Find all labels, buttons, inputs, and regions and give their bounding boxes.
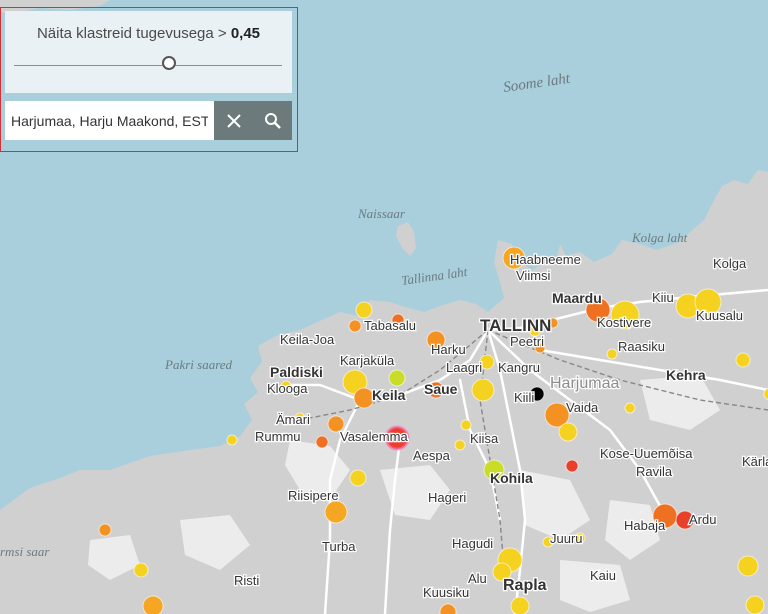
slider-thumb[interactable] <box>162 56 177 70</box>
label-alu: Alu <box>468 571 487 586</box>
label-kose-uuemoisa: Kose-Uuemõisa <box>600 446 693 461</box>
label-amari: Ämari <box>276 412 310 427</box>
label-viimsi: Viimsi <box>516 268 551 283</box>
label-kohila: Kohila <box>490 470 533 486</box>
label-juuru: Juuru <box>550 531 583 546</box>
label-hagudi: Hagudi <box>452 536 493 551</box>
label-kolga-laht: Kolga laht <box>631 230 688 245</box>
label-paldiski: Paldiski <box>270 364 323 380</box>
label-rummu: Rummu <box>255 429 301 444</box>
search-input[interactable] <box>5 101 214 140</box>
label-osmussaar: rmsi saar <box>0 544 50 559</box>
label-kiiu: Kiiu <box>652 290 674 305</box>
label-raasiku: Raasiku <box>618 339 665 354</box>
slider-threshold-value: 0,45 <box>230 25 261 42</box>
label-kostivere: Kostivere <box>597 315 651 330</box>
slider-label: Näita klastreid tugevusega > 0,45 <box>5 25 292 42</box>
label-haabneeme: Haabneeme <box>510 252 581 267</box>
label-rapla: Rapla <box>503 577 547 594</box>
label-riisipere: Riisipere <box>288 488 339 503</box>
label-tabasalu: Tabasalu <box>364 318 416 333</box>
close-icon <box>226 113 241 128</box>
label-peetri: Peetri <box>510 334 544 349</box>
label-vasalemma: Vasalemma <box>340 429 408 444</box>
label-kuusalu: Kuusalu <box>696 308 743 323</box>
label-kiili: Kiili <box>514 390 534 405</box>
label-ravila: Ravila <box>636 464 673 479</box>
label-ardu: Ardu <box>689 512 716 527</box>
filter-panel: Näita klastreid tugevusega > 0,45 <box>0 7 298 152</box>
label-risti: Risti <box>234 573 259 588</box>
label-kaiu: Kaiu <box>590 568 616 583</box>
label-harku: Harku <box>431 342 466 357</box>
label-kangru: Kangru <box>498 360 540 375</box>
label-kuusiku: Kuusiku <box>423 585 469 600</box>
search-bar <box>5 101 292 140</box>
label-saue: Saue <box>424 381 458 397</box>
clear-button[interactable] <box>214 101 253 140</box>
label-kiisa: Kiisa <box>470 431 499 446</box>
label-naissaar: Naissaar <box>357 206 406 221</box>
strength-slider-box: Näita klastreid tugevusega > 0,45 <box>5 11 292 93</box>
label-keila: Keila <box>372 387 406 403</box>
slider-track[interactable] <box>14 65 282 66</box>
label-karjakula: Karjaküla <box>340 353 395 368</box>
label-kolga: Kolga <box>713 256 747 271</box>
slider-label-text: Näita klastreid tugevusega > <box>36 25 227 42</box>
label-kehra: Kehra <box>666 367 706 383</box>
label-laagri: Laagri <box>446 360 482 375</box>
label-habaja: Habaja <box>624 518 666 533</box>
label-hageri: Hageri <box>428 490 466 505</box>
label-harjumaa: Harjumaa <box>550 375 619 392</box>
search-icon <box>264 112 281 129</box>
label-aespa: Aespa <box>413 448 451 463</box>
label-tallinn: TALLINN <box>480 316 551 335</box>
label-maardu: Maardu <box>552 290 602 306</box>
label-pakri-saared: Pakri saared <box>164 357 233 372</box>
label-karla: Kärla <box>742 454 768 469</box>
label-vaida: Vaida <box>566 400 599 415</box>
search-button[interactable] <box>253 101 292 140</box>
label-turba: Turba <box>322 539 356 554</box>
label-keila-joa: Keila-Joa <box>280 332 335 347</box>
label-klooga: Klooga <box>267 381 308 396</box>
